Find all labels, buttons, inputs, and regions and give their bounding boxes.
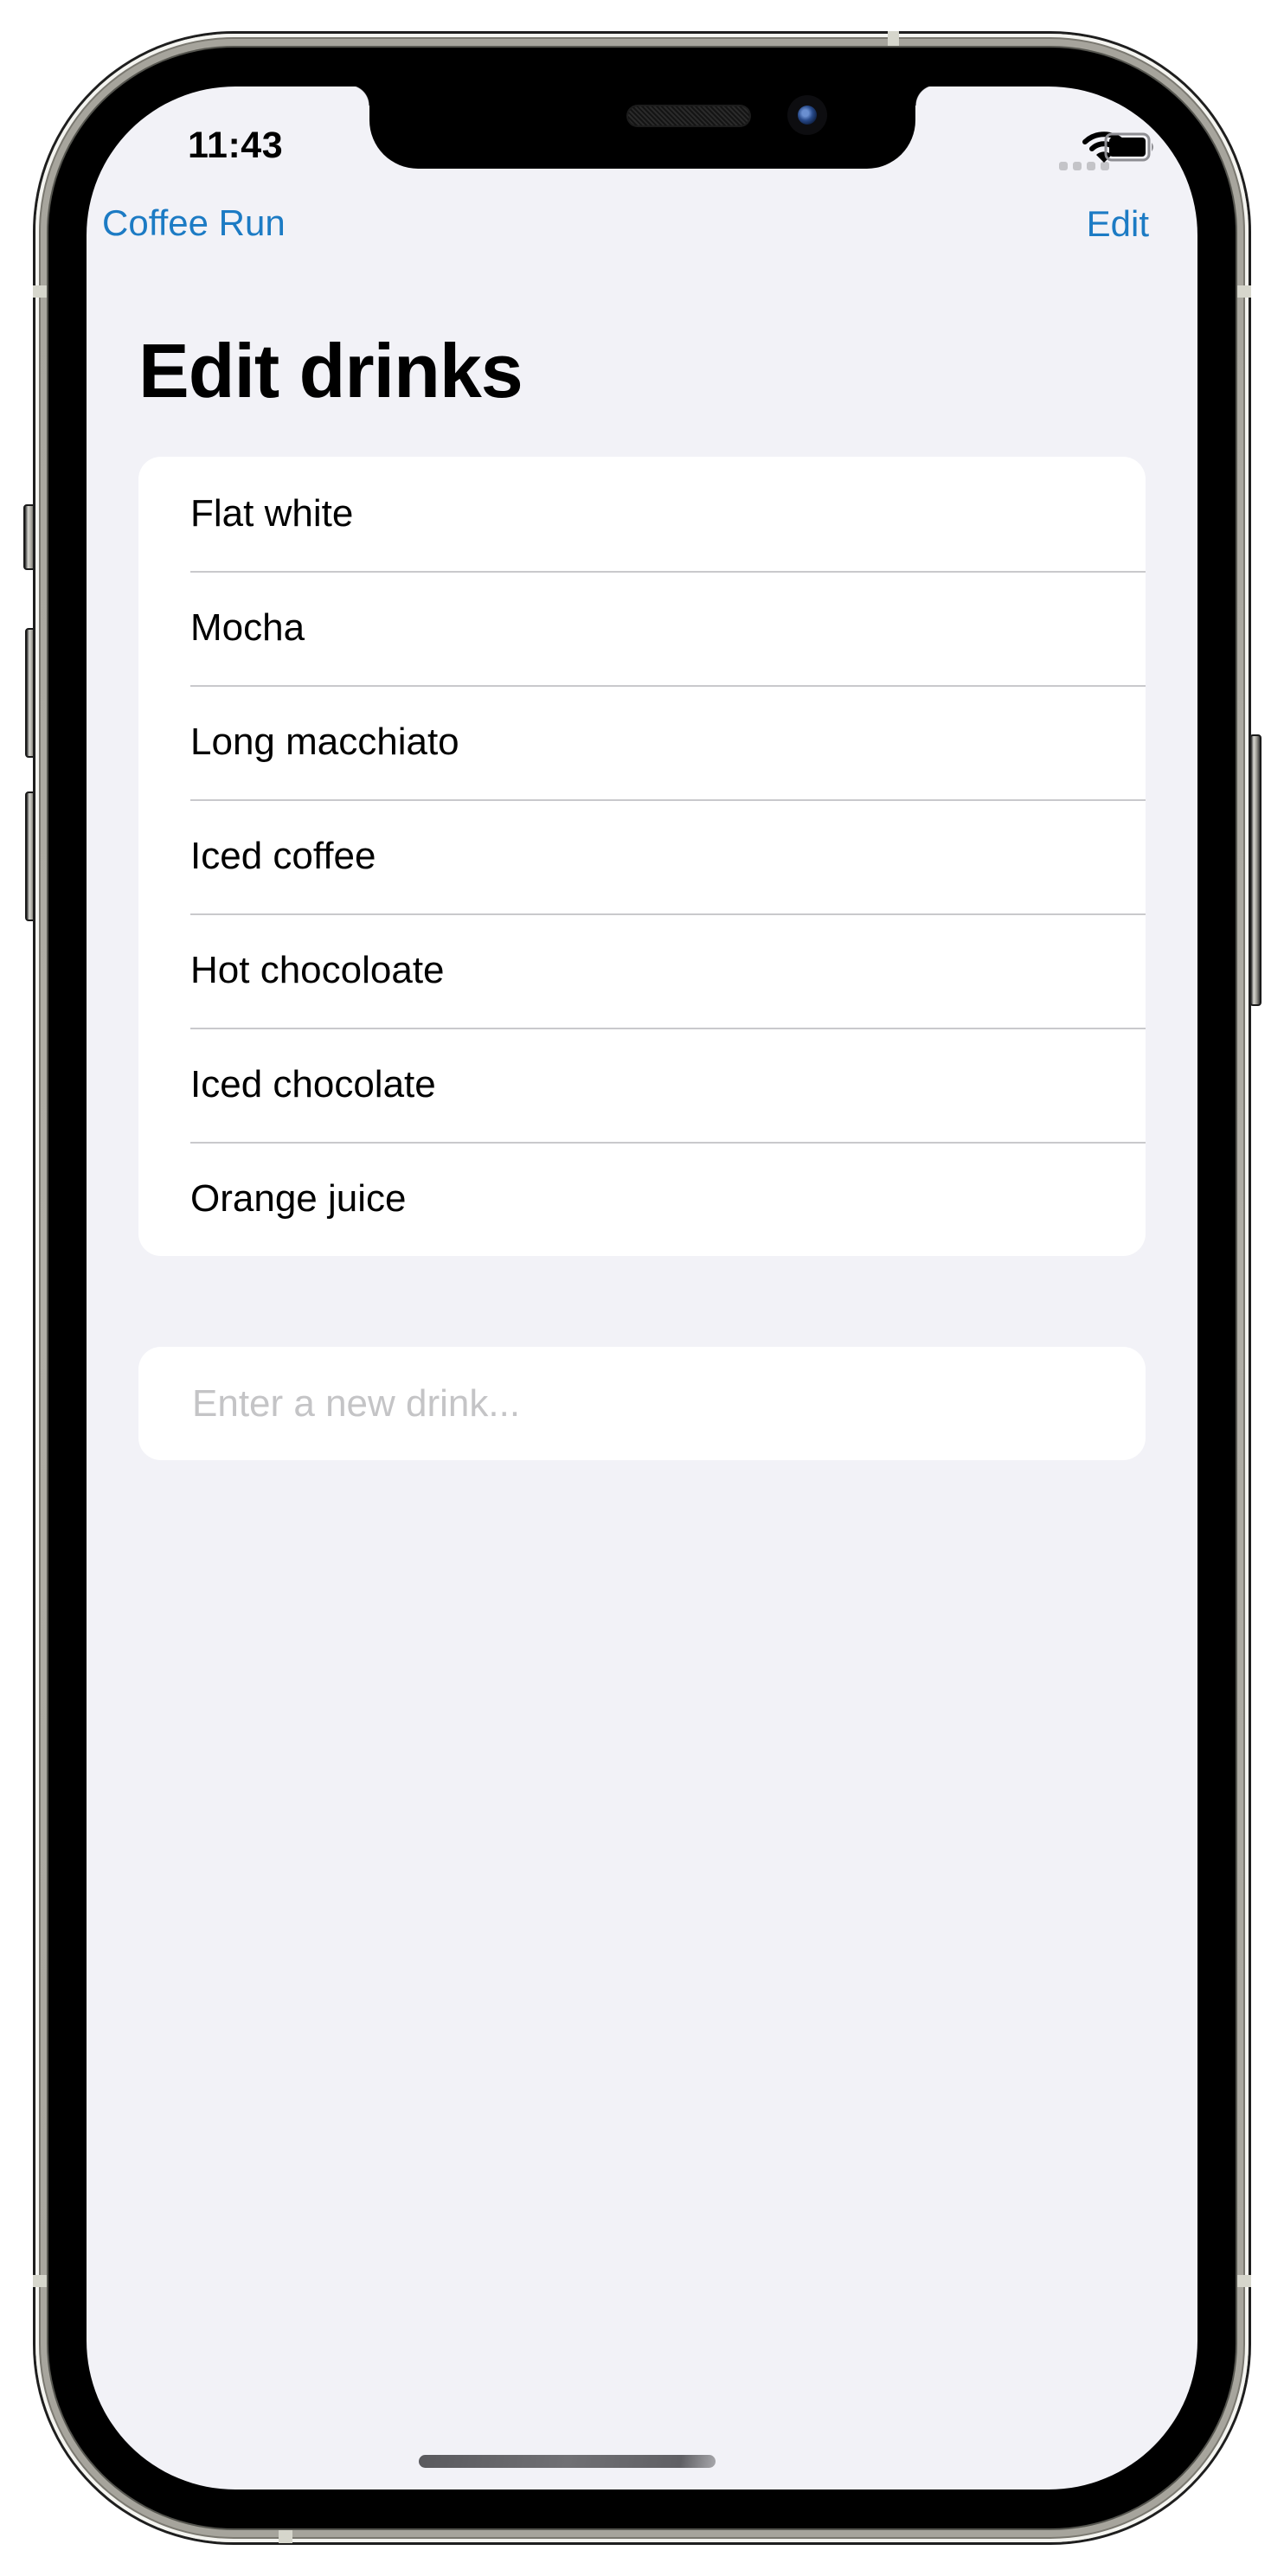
drink-label: Iced coffee xyxy=(190,835,376,877)
drink-row[interactable]: Mocha xyxy=(138,571,1146,685)
antenna-line xyxy=(33,2275,48,2287)
drinks-list: Flat white Mocha Long macchiato Iced cof… xyxy=(138,457,1146,1256)
home-indicator[interactable] xyxy=(419,2455,716,2468)
front-camera xyxy=(787,95,827,135)
antenna-line xyxy=(279,2528,292,2543)
earpiece-speaker xyxy=(628,106,749,125)
back-button[interactable]: Coffee Run xyxy=(87,197,286,249)
drink-row[interactable]: Hot chocoloate xyxy=(138,913,1146,1028)
new-drink-input[interactable] xyxy=(190,1381,1111,1426)
screen: 11:43 Coffee Run Edit Edit drinks Flat w… xyxy=(87,87,1197,2489)
back-button-label: Coffee Run xyxy=(102,202,286,243)
drink-row[interactable]: Long macchiato xyxy=(138,685,1146,799)
edit-button[interactable]: Edit xyxy=(1087,203,1149,245)
drink-label: Hot chocoloate xyxy=(190,949,445,991)
drink-label: Iced chocolate xyxy=(190,1063,436,1105)
drink-label: Orange juice xyxy=(190,1177,407,1220)
antenna-line xyxy=(888,31,899,48)
drink-row[interactable]: Flat white xyxy=(138,457,1146,571)
drink-label: Long macchiato xyxy=(190,721,459,763)
antenna-line xyxy=(1236,2275,1251,2287)
status-time: 11:43 xyxy=(188,125,284,166)
antenna-line xyxy=(33,285,48,298)
drink-label: Flat white xyxy=(190,492,354,535)
drink-row[interactable]: Iced coffee xyxy=(138,799,1146,913)
drink-label: Mocha xyxy=(190,606,305,649)
side-power-button[interactable] xyxy=(1249,734,1262,1006)
drink-row[interactable]: Iced chocolate xyxy=(138,1028,1146,1142)
drink-row[interactable]: Orange juice xyxy=(138,1142,1146,1256)
antenna-line xyxy=(1236,285,1251,298)
page-title: Edit drinks xyxy=(138,328,523,413)
notch xyxy=(349,87,936,169)
new-drink-section xyxy=(138,1347,1146,1460)
battery-icon xyxy=(1104,132,1153,162)
